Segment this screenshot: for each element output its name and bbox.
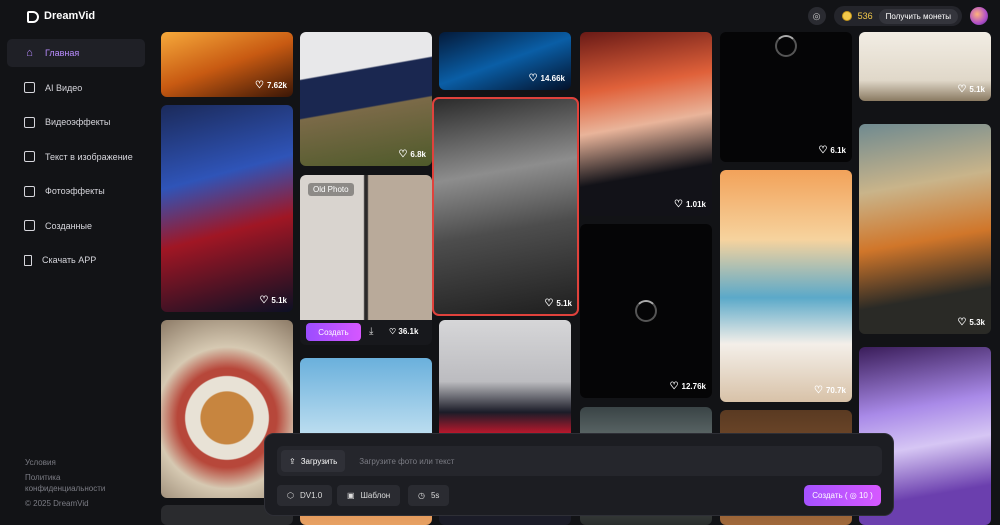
video-card[interactable]: ♡ 6.8k — [300, 32, 432, 166]
like-count[interactable]: ♡ 1.01k — [674, 199, 706, 210]
text-to-image-icon — [24, 151, 35, 162]
like-count[interactable]: ♡ 36.1k — [389, 327, 418, 336]
heart-icon: ♡ — [259, 295, 269, 306]
heart-icon: ♡ — [398, 149, 408, 160]
sidebar-item-photo-effects[interactable]: Фотоэффекты — [7, 177, 145, 205]
sidebar-item-text-to-image[interactable]: Текст в изображение — [7, 143, 145, 171]
dreamvid-logo-icon — [26, 10, 39, 23]
loading-spinner — [775, 35, 797, 57]
like-count[interactable]: ♡ 6.1k — [818, 145, 846, 156]
sidebar-item-label: AI Видео — [45, 82, 83, 93]
video-effects-icon — [24, 116, 35, 128]
cube-icon: ⬡ — [287, 491, 294, 500]
heart-icon: ♡ — [669, 381, 679, 392]
download-icon[interactable]: ⤓ — [369, 326, 373, 337]
top-bar: DreamVid ◎ 536 Получить монеты — [0, 0, 1000, 32]
effect-title: Old Photo — [308, 183, 354, 196]
sidebar-item-ai-video[interactable]: AI Видео — [7, 74, 145, 102]
model-select[interactable]: ⬡ DV1.0 — [277, 485, 333, 506]
get-coins-button[interactable]: Получить монеты — [878, 8, 958, 24]
logo[interactable]: DreamVid — [26, 10, 96, 23]
prompt-panel: ⇪ Загрузить ⬡ DV1.0 ▣ Шаблон ◷ 5s Создат… — [264, 433, 894, 516]
video-card[interactable]: ♡ 5.3k — [859, 124, 991, 334]
heart-icon: ♡ — [674, 199, 683, 210]
avatar[interactable] — [970, 7, 988, 25]
template-icon: ▣ — [347, 491, 355, 500]
heart-icon: ♡ — [389, 327, 397, 336]
sidebar-item-label: Видеоэффекты — [45, 117, 111, 127]
heart-icon: ♡ — [528, 73, 538, 84]
upload-icon: ⇪ — [289, 456, 296, 466]
heart-icon: ♡ — [544, 298, 554, 309]
history-icon[interactable]: ◎ — [807, 7, 826, 25]
coin-balance[interactable]: 536 Получить монеты — [833, 6, 962, 26]
template-select[interactable]: ▣ Шаблон — [337, 485, 401, 506]
like-count[interactable]: ♡ 5.1k — [259, 295, 287, 306]
sidebar-item-home[interactable]: ⌂ Главная — [7, 39, 145, 67]
video-card[interactable]: ♡ 14.66k — [439, 32, 571, 90]
sidebar-item-label: Созданные — [45, 220, 93, 231]
like-count[interactable]: ♡ 7.62k — [255, 80, 287, 91]
sidebar-item-label: Текст в изображение — [45, 151, 133, 162]
like-count[interactable]: ♡ 70.7k — [814, 385, 846, 396]
like-count[interactable]: ♡ 12.76k — [670, 381, 706, 392]
prompt-input[interactable] — [359, 456, 882, 466]
photo-effects-icon — [24, 185, 35, 197]
heart-icon: ♡ — [255, 80, 264, 91]
coin-icon — [841, 11, 852, 21]
sidebar-item-label: Фотоэффекты — [45, 186, 105, 196]
copyright: © 2025 DreamVid — [25, 498, 89, 508]
video-card[interactable]: ♡ 5.1k — [161, 105, 293, 312]
sidebar-item-label: Скачать APP — [42, 255, 97, 265]
duration-select[interactable]: ◷ 5s — [408, 485, 450, 506]
video-card[interactable]: ♡ 70.7k — [720, 170, 852, 402]
heart-icon: ♡ — [957, 84, 967, 95]
heart-icon: ♡ — [957, 317, 967, 328]
loading-spinner — [635, 300, 657, 322]
create-button[interactable]: Создать — [306, 323, 361, 341]
featured-card[interactable]: Old Photo — [300, 175, 432, 345]
video-card[interactable]: ♡ 5.1k — [859, 32, 991, 101]
like-count[interactable]: ♡ 14.66k — [529, 73, 565, 84]
heart-icon: ♡ — [818, 145, 828, 156]
top-right-controls: ◎ 536 Получить монеты — [807, 6, 988, 26]
video-card-loading[interactable]: ♡ 12.76k — [580, 224, 712, 398]
sidebar-item-download-app[interactable]: Скачать APP — [7, 246, 145, 274]
sidebar: ⌂ Главная AI Видео Видеоэффекты Текст в … — [0, 32, 152, 525]
sidebar-footer: Условия Политика конфиденциальности © 20… — [25, 456, 105, 511]
like-count[interactable]: ♡ 6.8k — [398, 149, 426, 160]
before-after-preview — [300, 175, 432, 320]
create-submit-button[interactable]: Создать ( ◎ 10 ) — [804, 485, 881, 506]
ai-video-icon — [24, 82, 35, 93]
privacy-link[interactable]: Политика конфиденциальности — [25, 471, 105, 497]
home-icon: ⌂ — [26, 47, 33, 59]
download-app-icon — [24, 254, 32, 266]
like-count[interactable]: ♡ 5.1k — [957, 84, 985, 95]
video-card-loading[interactable]: ♡ 6.1k — [720, 32, 852, 162]
coin-count: 536 — [857, 11, 873, 21]
video-card-selected[interactable]: ♡ 5.1k — [432, 97, 579, 316]
video-card[interactable]: ♡ 1.01k — [580, 32, 712, 216]
clock-icon: ◷ — [418, 491, 425, 500]
sidebar-item-label: Главная — [45, 48, 80, 58]
sidebar-item-created[interactable]: Созданные — [7, 212, 145, 240]
video-card[interactable]: ♡ 7.62k — [161, 32, 293, 97]
heart-icon: ♡ — [814, 385, 823, 396]
sidebar-item-video-effects[interactable]: Видеоэффекты — [7, 108, 145, 136]
app-name: DreamVid — [44, 10, 96, 22]
like-count[interactable]: ♡ 5.1k — [544, 298, 572, 309]
terms-link[interactable]: Условия — [25, 456, 105, 471]
upload-button[interactable]: ⇪ Загрузить — [281, 450, 346, 472]
prompt-row: ⇪ Загрузить — [277, 446, 882, 476]
like-count[interactable]: ♡ 5.3k — [957, 317, 985, 328]
created-icon — [24, 220, 35, 231]
